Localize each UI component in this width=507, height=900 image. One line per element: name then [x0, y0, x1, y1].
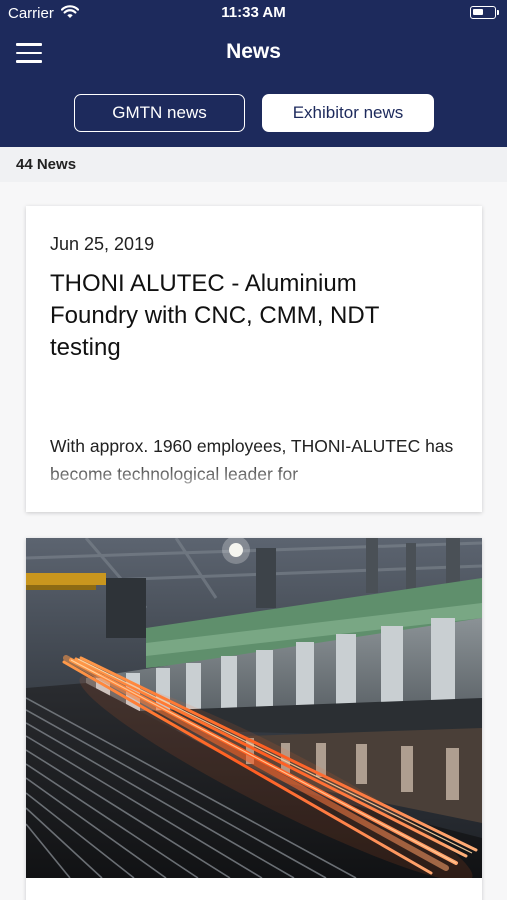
article-date: Jun 25, 2019	[50, 234, 155, 254]
header: Carrier 11:33 AM News GMTN news Exhibito…	[0, 0, 507, 147]
page-title: News	[226, 40, 281, 63]
news-list: Jun 25, 2019 THONI ALUTEC - Aluminium Fo…	[0, 182, 507, 900]
news-count: 44 News	[16, 156, 77, 173]
news-card[interactable]	[26, 538, 482, 900]
tab-gmtn-news[interactable]: GMTN news	[74, 94, 245, 132]
article-excerpt: With approx. 1960 employees, THONI-ALUTE…	[50, 436, 454, 484]
news-screen: Carrier 11:33 AM News GMTN news Exhibito…	[0, 0, 507, 900]
article-image	[26, 538, 482, 878]
battery-icon	[470, 6, 499, 19]
tab-exhibitor-news[interactable]: Exhibitor news	[262, 94, 434, 132]
status-bar: Carrier 11:33 AM	[0, 0, 507, 28]
article-title: THONI ALUTEC - Aluminium Foundry with CN…	[50, 270, 379, 361]
news-card[interactable]: Jun 25, 2019 THONI ALUTEC - Aluminium Fo…	[26, 206, 482, 512]
news-count-bar: 44 News	[0, 147, 507, 182]
status-time: 11:33 AM	[221, 4, 286, 21]
